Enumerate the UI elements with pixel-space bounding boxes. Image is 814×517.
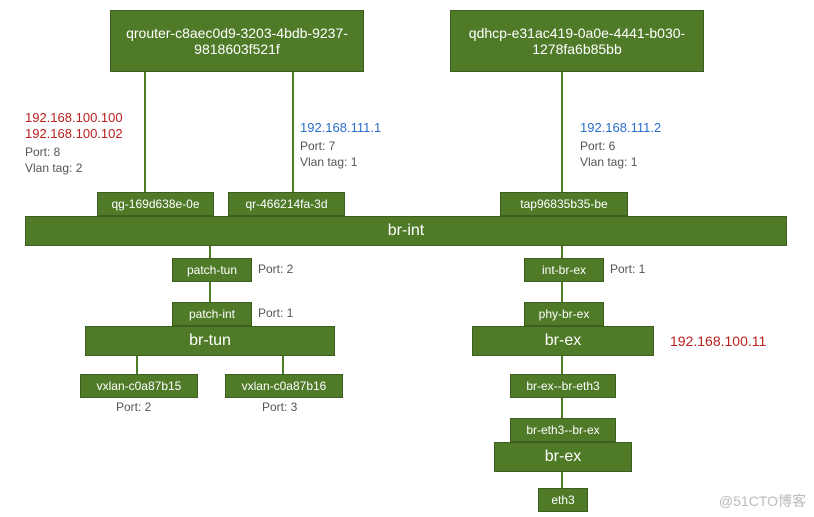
qrouter-label: qrouter-c8aec0d9-3203-4bdb-9237-9818603f… — [117, 25, 357, 57]
br-int-box: br-int — [25, 216, 787, 246]
mid-ip: 192.168.111.1 — [300, 120, 381, 135]
brex-breth3-box: br-ex--br-eth3 — [510, 374, 616, 398]
br-ex-ip: 192.168.100.11 — [670, 333, 766, 349]
right-port: Port: 6 — [580, 139, 615, 153]
mid-vlan: Vlan tag: 1 — [300, 155, 357, 169]
int-br-ex-port: Port: 1 — [610, 262, 645, 276]
tap-port-box: tap96835b35-be — [500, 192, 628, 216]
vxlan1-box: vxlan-c0a87b15 — [80, 374, 198, 398]
vxlan1-port: Port: 2 — [116, 400, 151, 414]
eth3-box: eth3 — [538, 488, 588, 512]
qdhcp-box: qdhcp-e31ac419-0a0e-4441-b030-1278fa6b85… — [450, 10, 704, 72]
left-vlan: Vlan tag: 2 — [25, 161, 82, 175]
watermark: @51CTO博客 — [719, 491, 806, 511]
left-ip2: 192.168.100.102 — [25, 126, 123, 141]
qrouter-box: qrouter-c8aec0d9-3203-4bdb-9237-9818603f… — [110, 10, 364, 72]
qdhcp-label: qdhcp-e31ac419-0a0e-4441-b030-1278fa6b85… — [457, 25, 697, 57]
patch-tun-port: Port: 2 — [258, 262, 293, 276]
left-ip1: 192.168.100.100 — [25, 110, 123, 125]
br-tun-box: br-tun — [85, 326, 335, 356]
patch-tun-box: patch-tun — [172, 258, 252, 282]
mid-port: Port: 7 — [300, 139, 335, 153]
right-vlan: Vlan tag: 1 — [580, 155, 637, 169]
left-port: Port: 8 — [25, 145, 60, 159]
phy-br-ex-box: phy-br-ex — [524, 302, 604, 326]
breth3-brex-box: br-eth3--br-ex — [510, 418, 616, 442]
br-ex-box: br-ex — [472, 326, 654, 356]
vxlan2-port: Port: 3 — [262, 400, 297, 414]
connector-lines — [0, 0, 814, 517]
vxlan2-box: vxlan-c0a87b16 — [225, 374, 343, 398]
br-ex2-box: br-ex — [494, 442, 632, 472]
right-ip: 192.168.111.2 — [580, 120, 661, 135]
qr-port-box: qr-466214fa-3d — [228, 192, 345, 216]
patch-int-port: Port: 1 — [258, 306, 293, 320]
patch-int-box: patch-int — [172, 302, 252, 326]
qg-port-box: qg-169d638e-0e — [97, 192, 214, 216]
int-br-ex-box: int-br-ex — [524, 258, 604, 282]
